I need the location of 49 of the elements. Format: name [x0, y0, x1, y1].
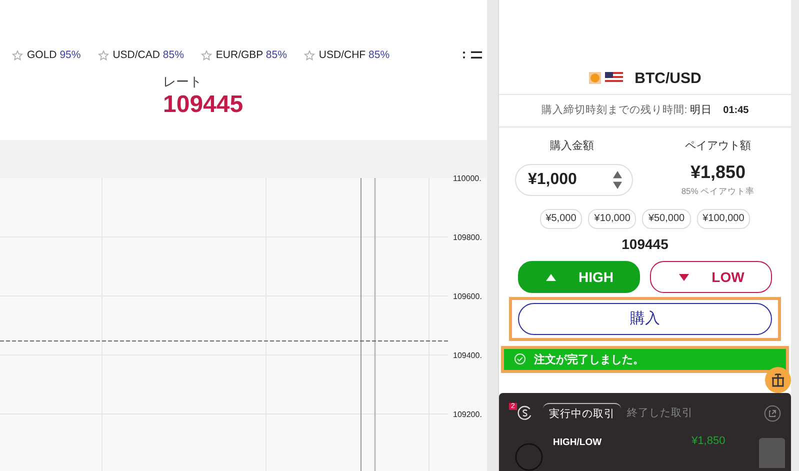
- rate-label: レート: [163, 73, 203, 91]
- axis-label: 110000.: [453, 174, 482, 183]
- gift-icon[interactable]: [765, 367, 791, 393]
- flag-icon: [604, 72, 623, 84]
- preset-amount-button[interactable]: ¥5,000: [540, 208, 582, 229]
- amount-field[interactable]: ¥1,000: [515, 164, 633, 196]
- external-link-icon[interactable]: [764, 404, 781, 422]
- preset-amount-button[interactable]: ¥50,000: [642, 208, 691, 229]
- preset-amount-button[interactable]: ¥100,000: [696, 208, 750, 229]
- payout-label: ペイアウト額: [685, 138, 751, 153]
- axis-label: 109800.: [453, 233, 483, 242]
- deadline-day: 明日: [690, 103, 712, 118]
- coin-icon: [588, 72, 601, 84]
- purchase-button[interactable]: 購入: [518, 302, 772, 335]
- axis-label: 109600.: [453, 292, 483, 301]
- coin-icon: [516, 405, 533, 422]
- rate-value: 109445: [163, 91, 244, 119]
- axis-label: 109400.: [453, 351, 483, 360]
- trades-tab[interactable]: 終了した取引: [624, 403, 695, 424]
- favorite-item[interactable]: USD/CAD 85%: [98, 49, 184, 61]
- pair-title: BTC/USD: [634, 70, 702, 87]
- down-triangle-icon: [678, 272, 690, 282]
- star-icon: [12, 50, 23, 60]
- circle-icon: [515, 443, 543, 471]
- payout-value: ¥1,850: [690, 162, 746, 183]
- deadline-label: 購入締切時刻までの残り時間:: [541, 103, 688, 118]
- preset-amount-button[interactable]: ¥10,000: [588, 208, 636, 229]
- current-rate: 109445: [622, 236, 668, 252]
- star-icon: [200, 50, 212, 60]
- stepper-icon[interactable]: [613, 168, 622, 191]
- notification-text: 注文が完了しました。: [534, 352, 644, 367]
- favorite-item[interactable]: EUR/GBP 85%: [200, 49, 287, 61]
- more-icon[interactable]: [462, 51, 466, 59]
- deadline-time: 01:45: [723, 104, 749, 116]
- up-triangle-icon: [544, 272, 556, 282]
- check-circle-icon: [514, 353, 526, 366]
- favorite-item[interactable]: USD/CHF 85%: [304, 49, 390, 61]
- payout-rate: 85% ペイアウト率: [681, 186, 755, 198]
- trade-payout: ¥1,850: [692, 435, 726, 448]
- low-button[interactable]: LOW: [650, 260, 772, 293]
- menu-icon[interactable]: [471, 51, 482, 59]
- favorite-item[interactable]: GOLD 95%: [12, 49, 81, 61]
- star-icon: [98, 50, 109, 60]
- scrollbar[interactable]: [487, 0, 498, 471]
- star-icon: [304, 50, 315, 60]
- axis-label: 109200.: [453, 410, 483, 419]
- trade-type: HIGH/LOW: [553, 437, 602, 448]
- trades-tab[interactable]: 実行中の取引: [542, 402, 621, 424]
- amount-label: 購入金額: [550, 138, 594, 153]
